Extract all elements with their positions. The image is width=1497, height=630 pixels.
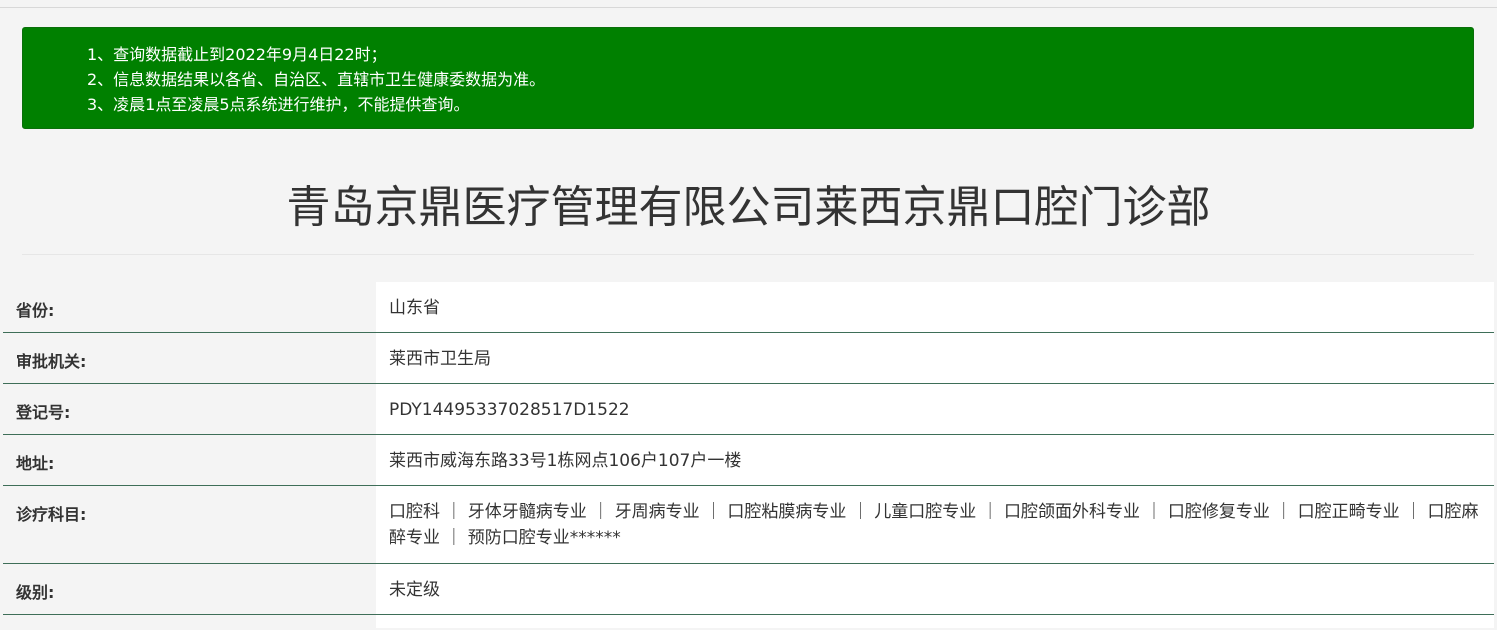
notice-line-3: 3、凌晨1点至凌晨5点系统进行维护，不能提供查询。	[87, 95, 470, 114]
row-label: 审批机关:	[3, 333, 376, 383]
notice-line-1: 1、查询数据截止到2022年9月4日22时；	[87, 45, 387, 64]
title-divider	[22, 254, 1474, 255]
row-label: 登记号:	[3, 384, 376, 434]
row-value: PDY14495337028517D1522	[376, 384, 1494, 434]
page-title: 青岛京鼎医疗管理有限公司莱西京鼎口腔门诊部	[286, 182, 1211, 233]
table-row-province: 省份: 山东省	[3, 282, 1494, 333]
row-value-empty	[376, 615, 1494, 628]
notice-banner: 1、查询数据截止到2022年9月4日22时； 2、信息数据结果以各省、自治区、直…	[22, 27, 1474, 129]
table-row-authority: 审批机关: 莱西市卫生局	[3, 333, 1494, 384]
row-value: 未定级	[376, 564, 1494, 614]
row-value: 口腔科 ｜ 牙体牙髓病专业 ｜ 牙周病专业 ｜ 口腔粘膜病专业 ｜ 儿童口腔专业…	[376, 486, 1494, 563]
row-value: 莱西市卫生局	[376, 333, 1494, 383]
row-value: 莱西市威海东路33号1栋网点106户107户一楼	[376, 435, 1494, 485]
row-label: 级别:	[3, 564, 376, 614]
row-label: 诊疗科目:	[3, 486, 376, 563]
top-divider	[0, 7, 1497, 8]
row-value: 山东省	[376, 282, 1494, 332]
row-label: 地址:	[3, 435, 376, 485]
table-row-registration: 登记号: PDY14495337028517D1522	[3, 384, 1494, 435]
table-row-address: 地址: 莱西市威海东路33号1栋网点106户107户一楼	[3, 435, 1494, 486]
table-row-partial	[3, 615, 1494, 630]
notice-line-2: 2、信息数据结果以各省、自治区、直辖市卫生健康委数据为准。	[87, 70, 546, 89]
row-label-empty	[3, 615, 376, 630]
table-row-level: 级别: 未定级	[3, 564, 1494, 615]
table-row-departments: 诊疗科目: 口腔科 ｜ 牙体牙髓病专业 ｜ 牙周病专业 ｜ 口腔粘膜病专业 ｜ …	[3, 486, 1494, 564]
info-table: 省份: 山东省 审批机关: 莱西市卫生局 登记号: PDY14495337028…	[3, 282, 1494, 630]
row-label: 省份:	[3, 282, 376, 332]
